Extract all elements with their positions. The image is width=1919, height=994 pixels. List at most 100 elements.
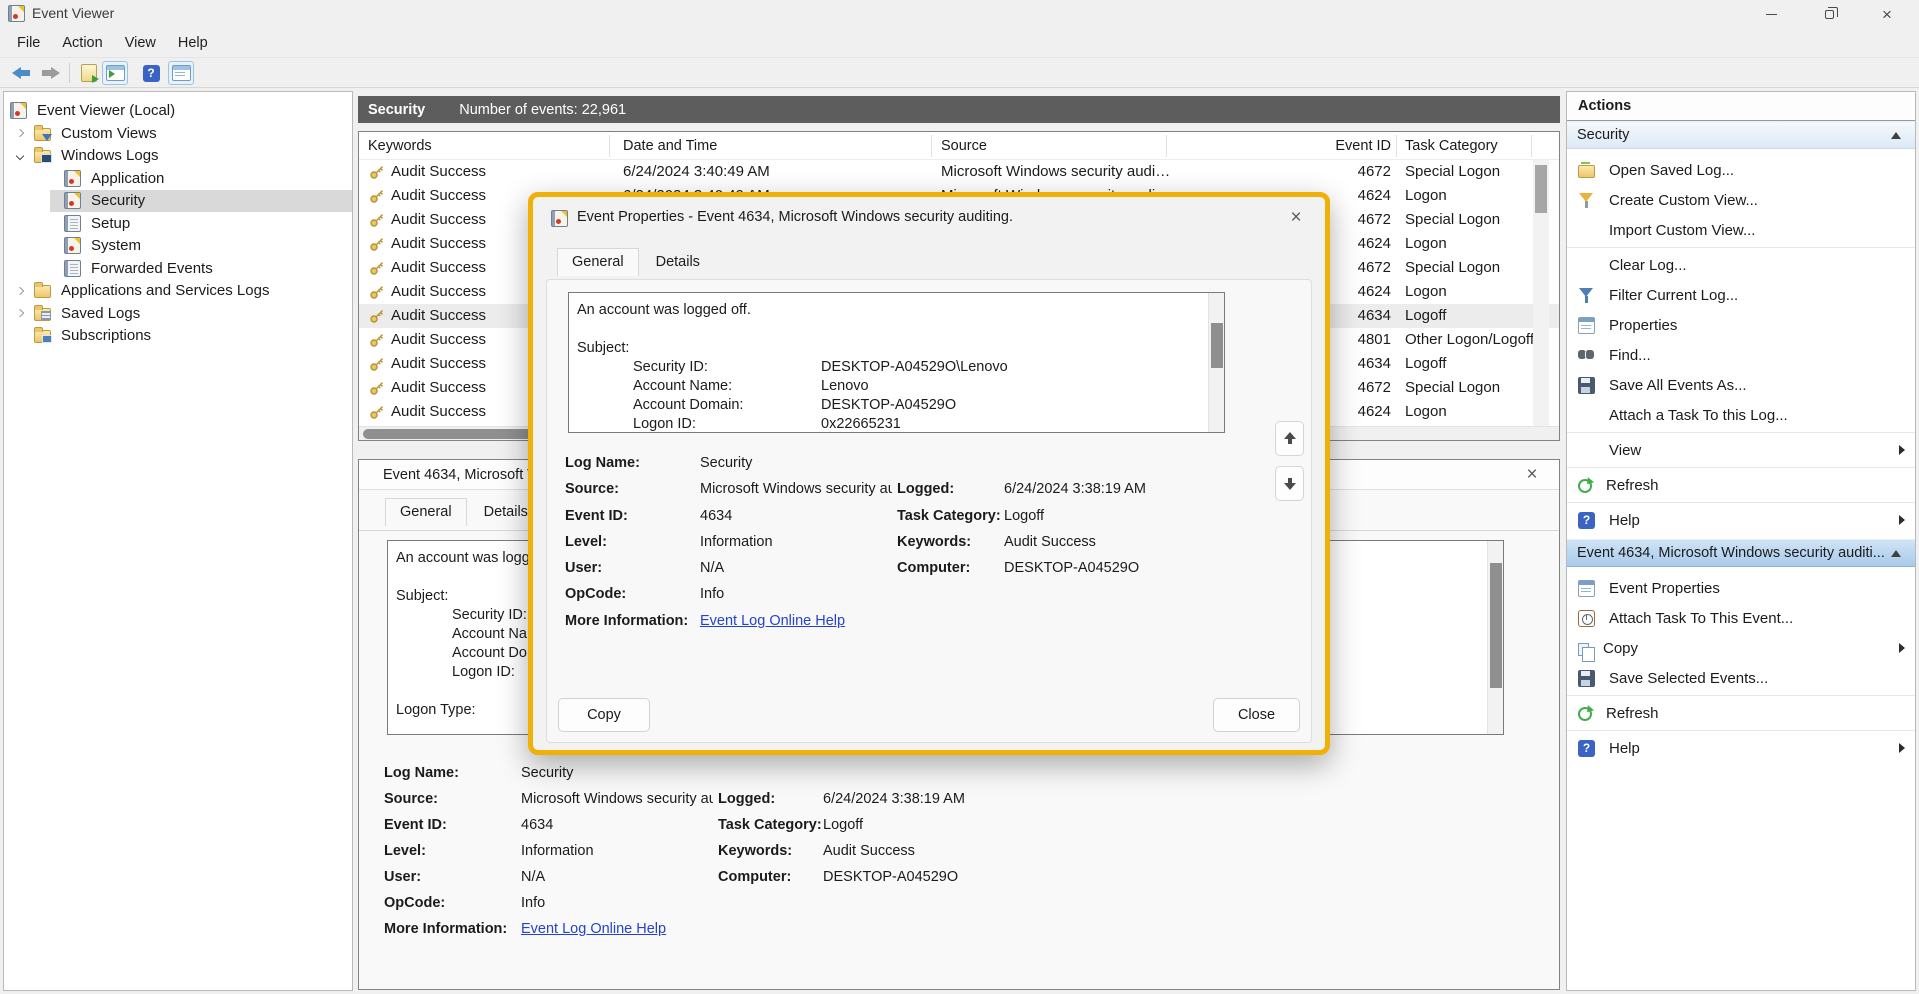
tree-item-security[interactable]: Security xyxy=(4,190,352,213)
action-import-custom-view[interactable]: Import Custom View... xyxy=(1567,215,1915,245)
dialog-description-scrollbar-thumb[interactable] xyxy=(1211,323,1223,368)
chevron-box[interactable] xyxy=(42,238,58,254)
export-button[interactable] xyxy=(76,61,102,85)
menu-item-help[interactable]: Help xyxy=(167,32,219,54)
action-filter-current-log[interactable]: Filter Current Log... xyxy=(1567,280,1915,310)
next-event-button[interactable] xyxy=(1275,466,1304,501)
chevron-box[interactable] xyxy=(42,170,58,186)
key-icon xyxy=(369,260,385,276)
actions-section-header[interactable]: Event 4634, Microsoft Windows security a… xyxy=(1567,539,1915,567)
column-header-taskcategory[interactable]: Task Category xyxy=(1405,132,1498,160)
chevron-box[interactable] xyxy=(12,148,28,164)
dialog-tab-general[interactable]: General xyxy=(557,248,639,276)
event-row[interactable]: Audit Success 6/24/2024 3:40:49 AM Micro… xyxy=(359,160,1559,184)
chevron-icon xyxy=(16,129,24,137)
tree-item-application[interactable]: Application xyxy=(4,167,352,190)
action-attach-task-to-this-event[interactable]: Attach Task To This Event... xyxy=(1567,603,1915,633)
help-button[interactable]: ? xyxy=(138,61,164,85)
chevron-box[interactable] xyxy=(42,193,58,209)
preview-tab-general[interactable]: General xyxy=(385,498,467,526)
field-label: Event ID: xyxy=(565,506,628,526)
action-save-all-events-as[interactable]: Save All Events As... xyxy=(1567,370,1915,400)
action-help[interactable]: Help xyxy=(1567,505,1915,535)
action-event-properties[interactable]: Event Properties xyxy=(1567,573,1915,603)
description-line xyxy=(577,320,1224,339)
minimize-button[interactable] xyxy=(1742,0,1800,28)
action-properties[interactable]: Properties xyxy=(1567,310,1915,340)
collapse-icon[interactable] xyxy=(1891,132,1901,139)
actions-separator xyxy=(1567,467,1915,468)
action-attach-a-task-to-this-log[interactable]: Attach a Task To this Log... xyxy=(1567,400,1915,430)
column-header-source[interactable]: Source xyxy=(941,132,987,160)
menu-item-file[interactable]: File xyxy=(6,32,51,54)
menu-item-view[interactable]: View xyxy=(114,32,167,54)
description-line: Account Name: Lenovo xyxy=(577,377,1224,396)
action-open-saved-log[interactable]: Open Saved Log... xyxy=(1567,155,1915,185)
menu-item-action[interactable]: Action xyxy=(51,32,113,54)
chevron-box[interactable] xyxy=(12,125,28,141)
action-find[interactable]: Find... xyxy=(1567,340,1915,370)
tree-item-system[interactable]: System xyxy=(4,235,352,258)
dialog-tab-details[interactable]: Details xyxy=(641,248,715,276)
field-label: Log Name: xyxy=(384,763,459,783)
dialog-description-scrollbar[interactable] xyxy=(1208,293,1224,432)
previous-event-button[interactable] xyxy=(1275,421,1304,456)
action-copy[interactable]: Copy xyxy=(1567,633,1915,663)
console-tree-panel: Event Viewer (Local) Custom Views Window… xyxy=(3,91,353,991)
tree-item-setup[interactable]: Setup xyxy=(4,212,352,235)
action-clear-log[interactable]: Clear Log... xyxy=(1567,250,1915,280)
forward-button[interactable] xyxy=(38,61,64,85)
dialog-close-icon-button[interactable]: × xyxy=(1283,205,1309,231)
field-value: Security xyxy=(521,763,573,783)
column-header-eventid[interactable]: Event ID xyxy=(1299,132,1391,160)
tree-item-icon xyxy=(34,128,51,141)
minimize-icon xyxy=(1766,14,1777,15)
action-help[interactable]: Help xyxy=(1567,733,1915,763)
console-tree-toggle[interactable] xyxy=(102,61,128,85)
field-label: Keywords: xyxy=(718,841,792,861)
tree-item-custom-views[interactable]: Custom Views xyxy=(4,122,352,145)
keywords-cell: Audit Success xyxy=(391,400,486,424)
column-header-datetime[interactable]: Date and Time xyxy=(623,132,717,160)
field-label: OpCode: xyxy=(384,893,445,913)
chevron-box[interactable] xyxy=(42,215,58,231)
action-create-custom-view[interactable]: Create Custom View... xyxy=(1567,185,1915,215)
chevron-box[interactable] xyxy=(12,283,28,299)
action-pane-toggle[interactable] xyxy=(168,61,194,85)
tree-item-root[interactable]: Event Viewer (Local) xyxy=(4,98,352,122)
actions-panel: Actions Security Open Saved Log... Creat… xyxy=(1566,91,1916,991)
tree-item-label: System xyxy=(87,236,145,255)
event-log-online-help-link[interactable]: Event Log Online Help xyxy=(700,611,845,631)
dialog-close-button[interactable]: Close xyxy=(1213,698,1300,732)
table-vertical-scrollbar[interactable] xyxy=(1533,160,1549,428)
tree-item-applications-and-services-logs[interactable]: Applications and Services Logs xyxy=(4,280,352,303)
action-view[interactable]: View xyxy=(1567,435,1915,465)
action-item-icon xyxy=(1578,580,1595,597)
collapse-icon[interactable] xyxy=(1891,550,1901,557)
tree-item-saved-logs[interactable]: Saved Logs xyxy=(4,302,352,325)
field-label: Event ID: xyxy=(384,815,447,835)
chevron-box[interactable] xyxy=(12,328,28,344)
tree-item-forwarded-events[interactable]: Forwarded Events xyxy=(4,257,352,280)
action-refresh[interactable]: Refresh xyxy=(1567,698,1915,728)
copy-button[interactable]: Copy xyxy=(558,698,650,732)
field-value: Microsoft Windows security auditing. xyxy=(700,479,892,499)
tree-item-subscriptions[interactable]: Subscriptions xyxy=(4,325,352,348)
action-item-label: Help xyxy=(1609,512,1640,529)
action-save-selected-events[interactable]: Save Selected Events... xyxy=(1567,663,1915,693)
field-value: Security xyxy=(700,453,752,473)
chevron-box[interactable] xyxy=(42,260,58,276)
restore-button[interactable] xyxy=(1800,0,1858,28)
tree-item-windows-logs[interactable]: Windows Logs xyxy=(4,145,352,168)
column-header-keywords[interactable]: Keywords xyxy=(368,132,432,160)
close-button[interactable]: × xyxy=(1858,0,1916,28)
log-header-bar: Security Number of events: 22,961 xyxy=(358,96,1560,123)
back-button[interactable] xyxy=(8,61,34,85)
chevron-box[interactable] xyxy=(12,305,28,321)
action-pane-icon xyxy=(172,65,191,81)
table-vertical-scrollbar-thumb[interactable] xyxy=(1535,165,1547,213)
field-value: DESKTOP-A04529O xyxy=(1004,558,1139,578)
actions-section-header[interactable]: Security xyxy=(1567,121,1915,149)
event-log-online-help-link[interactable]: Event Log Online Help xyxy=(521,919,666,939)
action-refresh[interactable]: Refresh xyxy=(1567,470,1915,500)
